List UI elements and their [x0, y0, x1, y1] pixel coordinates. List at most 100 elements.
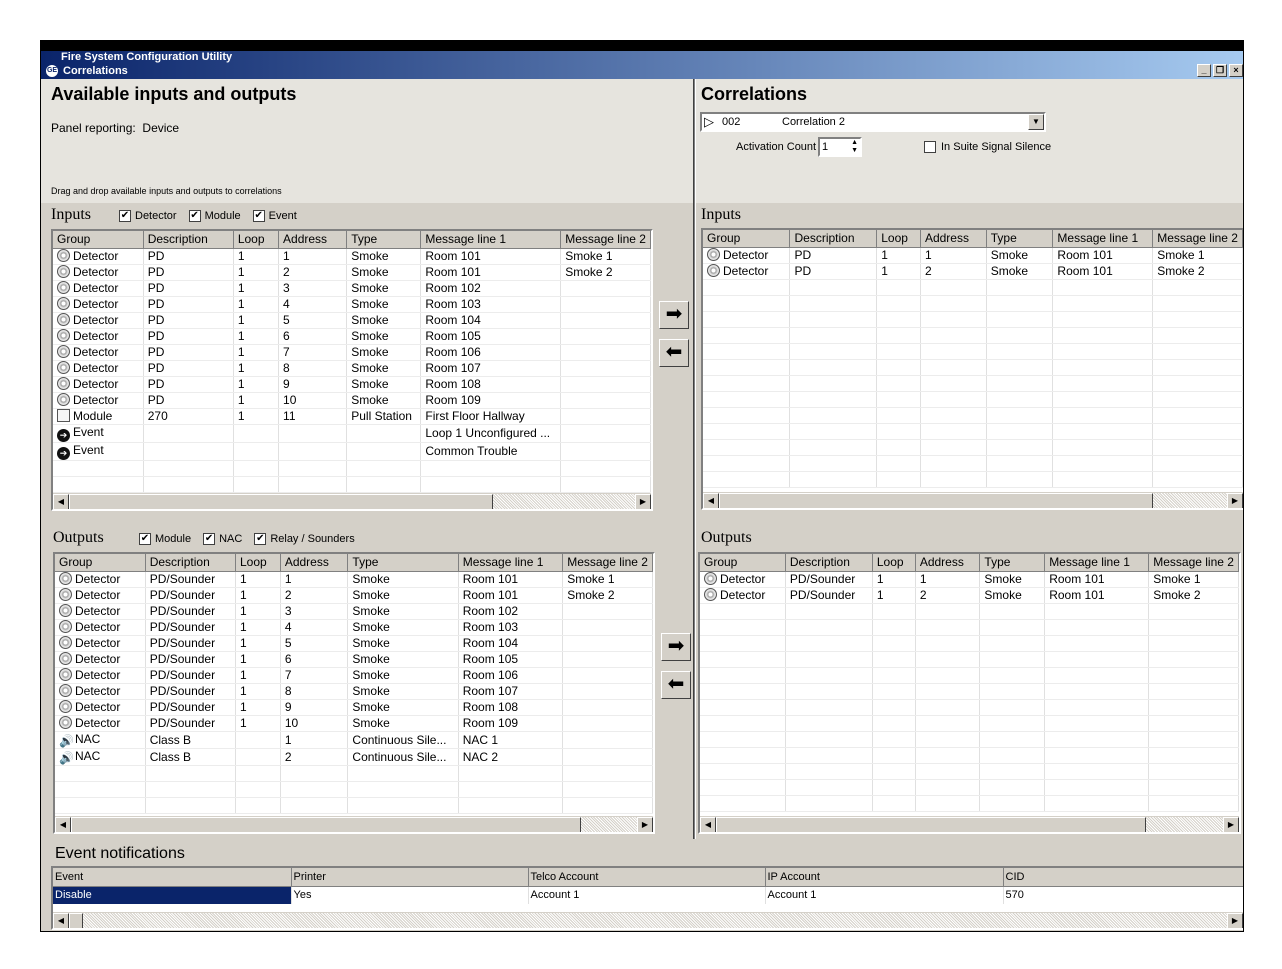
table-row[interactable]: Detector PD/Sounder 1 2 Smoke Room 101 Smoke 2 — [55, 587, 653, 604]
add-output-button[interactable]: ➡ — [661, 633, 691, 661]
table-row[interactable]: Detector PD 1 1 Smoke Room 101 Smoke 1 — [703, 247, 1243, 264]
filter-checkbox[interactable]: ✔ — [119, 210, 131, 222]
column-header[interactable]: Printer — [291, 868, 529, 887]
scroll-right-icon[interactable]: ▶ — [1227, 493, 1243, 508]
scroll-left-icon[interactable]: ◀ — [53, 494, 69, 509]
table-row[interactable]: 🔊NAC Class B 2 Continuous Sile... NAC 2 — [55, 748, 653, 766]
horizontal-scrollbar[interactable]: ◀ ▶ — [55, 816, 653, 832]
suite-silence-checkbox[interactable] — [924, 141, 936, 153]
minimize-button[interactable]: _ — [1197, 64, 1211, 77]
table-row[interactable]: Detector PD 1 5 Smoke Room 104 — [53, 312, 651, 329]
add-input-button[interactable]: ➡ — [659, 301, 689, 329]
column-header[interactable]: Loop — [872, 554, 916, 572]
table-row[interactable]: Detector PD/Sounder 1 1 Smoke Room 101 Smoke 1 — [700, 571, 1239, 588]
table-row[interactable]: Detector PD 1 10 Smoke Room 109 — [53, 392, 651, 409]
table-row[interactable]: 🔊NAC Class B 1 Continuous Sile... NAC 1 — [55, 731, 653, 749]
stepper-arrows-icon[interactable]: ▲ ▼ — [851, 139, 858, 155]
table-row[interactable]: Detector PD/Sounder 1 5 Smoke Room 104 — [55, 635, 653, 652]
table-row[interactable]: Detector PD 1 4 Smoke Room 103 — [53, 296, 651, 313]
remove-output-button[interactable]: ⬅ — [661, 671, 691, 699]
filter-checkbox[interactable]: ✔ — [254, 533, 267, 545]
column-header[interactable]: Message line 1 — [1044, 554, 1150, 572]
table-row[interactable]: Detector PD/Sounder 1 6 Smoke Room 105 — [55, 651, 653, 668]
scroll-right-icon[interactable]: ▶ — [1223, 817, 1239, 832]
column-header[interactable]: Message line 2 — [560, 231, 651, 249]
column-header[interactable]: Address — [920, 230, 987, 248]
scroll-right-icon[interactable]: ▶ — [637, 817, 653, 832]
table-row[interactable]: Detector PD 1 7 Smoke Room 106 — [53, 344, 651, 361]
table-row[interactable]: Module 270 1 11 Pull Station First Floor Hall… — [53, 408, 651, 425]
column-header[interactable]: Group — [703, 230, 791, 248]
horizontal-scrollbar[interactable]: ◀ ▶ — [700, 816, 1239, 832]
scroll-left-icon[interactable]: ◀ — [55, 817, 71, 832]
filter-checkbox[interactable]: ✔ — [252, 210, 265, 222]
table-row[interactable]: Detector PD/Sounder 1 7 Smoke Room 106 — [55, 667, 653, 684]
table-row[interactable]: Detector PD 1 1 Smoke Room 101 Smoke 1 — [53, 248, 651, 265]
column-header[interactable]: Group — [55, 554, 146, 572]
column-header[interactable]: CID — [1003, 868, 1243, 887]
close-button[interactable]: × — [1229, 64, 1243, 77]
horizontal-scrollbar[interactable]: ◀ ▶ — [53, 912, 1243, 928]
column-header[interactable]: IP Account — [765, 868, 1004, 887]
column-header[interactable]: Telco Account — [528, 868, 766, 887]
table-row[interactable]: Detector PD/Sounder 1 8 Smoke Room 107 — [55, 683, 653, 700]
scroll-left-icon[interactable]: ◀ — [700, 817, 716, 832]
horizontal-scrollbar[interactable]: ◀ ▶ — [703, 492, 1243, 508]
column-header[interactable]: Type — [979, 554, 1046, 572]
table-row[interactable]: Detector PD/Sounder 1 3 Smoke Room 102 — [55, 603, 653, 620]
column-header[interactable]: Address — [278, 231, 348, 249]
column-header[interactable]: Message line 1 — [1052, 230, 1154, 248]
correlation-selector[interactable]: ▷ 002 Correlation 2 ▼ — [700, 112, 1046, 132]
column-header[interactable]: Loop — [233, 231, 280, 249]
suite-silence-option[interactable]: In Suite Signal Silence — [924, 141, 1051, 153]
scroll-left-icon[interactable]: ◀ — [703, 493, 719, 508]
remove-input-button[interactable]: ⬅ — [659, 339, 689, 367]
scroll-right-icon[interactable]: ▶ — [1227, 913, 1243, 928]
scroll-thumb[interactable] — [71, 817, 581, 832]
correlation-inputs-grid[interactable]: Group Description Loop Address Type Message l… — [701, 228, 1243, 510]
table-row[interactable]: Detector PD/Sounder 1 9 Smoke Room 108 — [55, 699, 653, 716]
event-cell[interactable]: 570 — [1003, 886, 1243, 904]
column-header[interactable]: Group — [700, 554, 786, 572]
table-row[interactable]: Detector PD/Sounder 1 2 Smoke Room 101 Smoke 2 — [700, 587, 1239, 604]
filter-checkbox[interactable]: ✔ — [203, 533, 216, 545]
scroll-thumb[interactable] — [69, 913, 83, 928]
table-row[interactable]: Detector PD/Sounder 1 4 Smoke Room 103 — [55, 619, 653, 636]
scroll-right-icon[interactable]: ▶ — [635, 494, 651, 509]
column-header[interactable]: Message line 1 — [458, 554, 564, 572]
table-row[interactable]: ➔ Event Common Trouble — [53, 442, 651, 461]
table-row[interactable]: Detector PD/Sounder 1 1 Smoke Room 101 Smoke 1 — [55, 571, 653, 588]
column-header[interactable]: Message line 2 — [1148, 554, 1239, 572]
horizontal-scrollbar[interactable]: ◀ ▶ — [53, 493, 651, 509]
table-row[interactable]: Detector PD 1 8 Smoke Room 107 — [53, 360, 651, 377]
table-row[interactable]: Detector PD/Sounder 1 10 Smoke Room 109 — [55, 715, 653, 732]
filter-module[interactable]: ✔ Module — [139, 533, 191, 545]
event-cell[interactable]: Yes — [291, 886, 529, 904]
column-header[interactable]: Loop — [876, 230, 921, 248]
column-header[interactable]: Description — [789, 230, 878, 248]
filter-module[interactable]: ✔ Module — [188, 210, 241, 222]
table-row[interactable]: Detector PD 1 9 Smoke Room 108 — [53, 376, 651, 393]
available-outputs-grid[interactable]: Group Description Loop Address Type Message l… — [53, 552, 655, 834]
restore-button[interactable]: ❐ — [1213, 64, 1227, 77]
filter-checkbox[interactable]: ✔ — [188, 210, 201, 222]
event-notifications-grid[interactable]: Event Printer Telco Account IP Account CID Di… — [51, 866, 1243, 930]
filter-relay-sounders[interactable]: ✔ Relay / Sounders — [254, 533, 355, 545]
column-header[interactable]: Group — [53, 231, 144, 249]
event-cell[interactable]: Account 1 — [528, 886, 766, 904]
column-header[interactable]: Message line 2 — [562, 554, 653, 572]
column-header[interactable]: Type — [347, 554, 459, 572]
column-header[interactable]: Message line 1 — [420, 231, 562, 249]
column-header[interactable]: Event — [53, 868, 292, 887]
column-header[interactable]: Message line 2 — [1152, 230, 1243, 248]
scroll-thumb[interactable] — [719, 493, 1153, 508]
event-cell[interactable]: Account 1 — [765, 886, 1004, 904]
filter-nac[interactable]: ✔ NAC — [203, 533, 242, 545]
event-cell[interactable]: Disable — [53, 886, 292, 904]
correlation-outputs-grid[interactable]: Group Description Loop Address Type Message l… — [698, 552, 1241, 834]
column-header[interactable]: Type — [986, 230, 1054, 248]
column-header[interactable]: Loop — [235, 554, 281, 572]
column-header[interactable]: Description — [145, 554, 236, 572]
filter-detector[interactable]: ✔ Detector — [119, 210, 177, 222]
column-header[interactable]: Address — [915, 554, 981, 572]
